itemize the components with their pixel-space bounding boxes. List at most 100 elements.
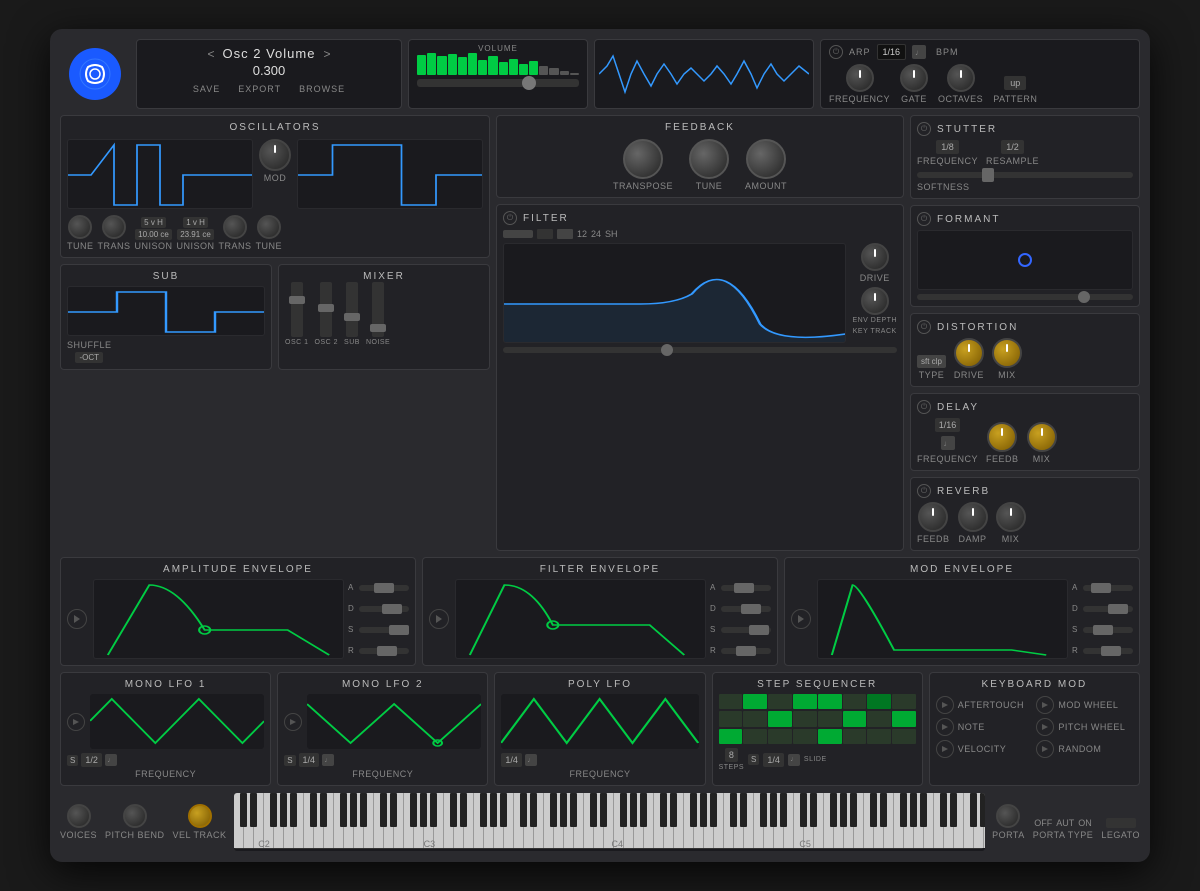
mono-lfo1-retrigger-button[interactable] <box>67 713 85 731</box>
step-seq-sync-button[interactable]: S <box>748 754 759 765</box>
distortion-power-button[interactable]: ⏻ <box>917 320 931 334</box>
keyboard[interactable]: .keys-wrapper { display:flex; height:100… <box>233 792 987 852</box>
step-cell[interactable] <box>768 694 792 709</box>
osc2-fader-handle[interactable] <box>318 304 334 312</box>
filter-sh-label[interactable]: SH <box>605 229 618 239</box>
filter-drive-knob[interactable] <box>861 243 889 271</box>
formant-slider[interactable] <box>917 294 1133 300</box>
mod-wheel-button[interactable] <box>1036 696 1054 714</box>
filter-shape2[interactable] <box>557 229 573 239</box>
step-cell[interactable] <box>843 729 867 744</box>
step-cell[interactable] <box>843 711 867 726</box>
osc2-fader[interactable] <box>320 282 332 337</box>
volume-slider[interactable] <box>417 79 579 87</box>
step-cell[interactable] <box>867 694 891 709</box>
step-cell[interactable] <box>892 729 916 744</box>
arp-frequency-knob[interactable] <box>846 64 874 92</box>
reverb-feedb-knob[interactable] <box>918 502 948 532</box>
osc1-fader-handle[interactable] <box>289 296 305 304</box>
feedback-tune-knob[interactable] <box>689 139 729 179</box>
arp-power-button[interactable]: ⏻ <box>829 45 843 59</box>
filter-24-label[interactable]: 24 <box>591 229 601 239</box>
feedback-amount-knob[interactable] <box>746 139 786 179</box>
step-cell[interactable] <box>818 729 842 744</box>
browse-button[interactable]: BROWSE <box>295 82 349 96</box>
filter-env-r-slider[interactable] <box>721 648 771 654</box>
arp-pattern-select[interactable]: up <box>1004 76 1026 90</box>
step-cell[interactable] <box>867 711 891 726</box>
unison2-val-select[interactable]: 23.91 ce <box>177 229 214 240</box>
mod-env-retrigger-button[interactable] <box>791 609 811 629</box>
pitch-wheel-button[interactable] <box>1036 718 1054 736</box>
stutter-slider[interactable] <box>917 172 1133 178</box>
voices-knob[interactable] <box>67 804 91 828</box>
mod-env-r-slider[interactable] <box>1083 648 1133 654</box>
osc-tune-knob[interactable] <box>68 215 92 239</box>
filter-cutoff-slider[interactable] <box>503 347 897 353</box>
amp-env-d-slider[interactable] <box>359 606 409 612</box>
amp-env-d-handle[interactable] <box>382 604 402 614</box>
filter-cutoff-handle[interactable] <box>661 344 673 356</box>
step-cell[interactable] <box>818 711 842 726</box>
step-cell[interactable] <box>719 694 743 709</box>
amp-env-s-slider[interactable] <box>359 627 409 633</box>
velocity-button[interactable] <box>936 740 954 758</box>
step-cell[interactable] <box>743 694 767 709</box>
formant-power-button[interactable]: ⏻ <box>917 212 931 226</box>
formant-dot[interactable] <box>1018 253 1032 267</box>
arp-sync-button[interactable]: ♩ <box>912 45 926 59</box>
sub-fader[interactable] <box>346 282 358 337</box>
amp-env-r-slider[interactable] <box>359 648 409 654</box>
filter-env-d-slider[interactable] <box>721 606 771 612</box>
unison1-val-select[interactable]: 10.00 ce <box>135 229 172 240</box>
noise-fader[interactable] <box>372 282 384 337</box>
porta-knob[interactable] <box>996 804 1020 828</box>
unison2-voice-select[interactable]: 1 v H <box>183 217 208 228</box>
volume-slider-handle[interactable] <box>522 76 536 90</box>
step-cell[interactable] <box>743 729 767 744</box>
stutter-power-button[interactable]: ⏻ <box>917 122 931 136</box>
noise-fader-handle[interactable] <box>370 324 386 332</box>
delay-sync-button[interactable]: ♩ <box>941 436 955 450</box>
export-button[interactable]: EXPORT <box>234 82 285 96</box>
amp-env-r-handle[interactable] <box>377 646 397 656</box>
stutter-slider-handle[interactable] <box>982 168 994 182</box>
off-button[interactable]: OFF <box>1034 818 1052 828</box>
mod-env-a-slider[interactable] <box>1083 585 1133 591</box>
legato-toggle[interactable] <box>1106 818 1136 828</box>
osc-mod-knob[interactable] <box>259 139 291 171</box>
reverb-mix-knob[interactable] <box>996 502 1026 532</box>
mono-lfo2-retrigger-button[interactable] <box>284 713 302 731</box>
amp-env-a-slider[interactable] <box>359 585 409 591</box>
filter-env-retrigger-button[interactable] <box>429 609 449 629</box>
filter-env-s-slider[interactable] <box>721 627 771 633</box>
step-cell[interactable] <box>793 694 817 709</box>
filter-power-button[interactable]: ⏻ <box>503 211 517 225</box>
osc-trans-knob[interactable] <box>102 215 126 239</box>
mono-lfo2-sync-button[interactable]: S <box>284 755 295 766</box>
osc-tune2-knob[interactable] <box>257 215 281 239</box>
reverb-damp-knob[interactable] <box>958 502 988 532</box>
step-cell[interactable] <box>843 694 867 709</box>
poly-lfo-note-sync-button[interactable]: ♩ <box>525 754 537 766</box>
filter-shape1[interactable] <box>537 229 553 239</box>
save-button[interactable]: SAVE <box>189 82 224 96</box>
distortion-mix-knob[interactable] <box>992 338 1022 368</box>
arp-octaves-knob[interactable] <box>947 64 975 92</box>
amp-env-s-handle[interactable] <box>389 625 409 635</box>
step-cell[interactable] <box>743 711 767 726</box>
step-seq-note-sync-button[interactable]: ♩ <box>788 754 800 766</box>
step-cell[interactable] <box>892 711 916 726</box>
note-button[interactable] <box>936 718 954 736</box>
vel-track-knob[interactable] <box>188 804 212 828</box>
mono-lfo2-note-sync-button[interactable]: ♩ <box>322 754 334 766</box>
sub-fader-handle[interactable] <box>344 313 360 321</box>
distortion-drive-knob[interactable] <box>954 338 984 368</box>
delay-feedb-knob[interactable] <box>987 422 1017 452</box>
step-cell[interactable] <box>719 729 743 744</box>
filter-12-label[interactable]: 12 <box>577 229 587 239</box>
amp-env-retrigger-button[interactable] <box>67 609 87 629</box>
pitch-bend-knob[interactable] <box>123 804 147 828</box>
delay-mix-knob[interactable] <box>1027 422 1057 452</box>
mono-lfo1-note-sync-button[interactable]: ♩ <box>105 754 117 766</box>
